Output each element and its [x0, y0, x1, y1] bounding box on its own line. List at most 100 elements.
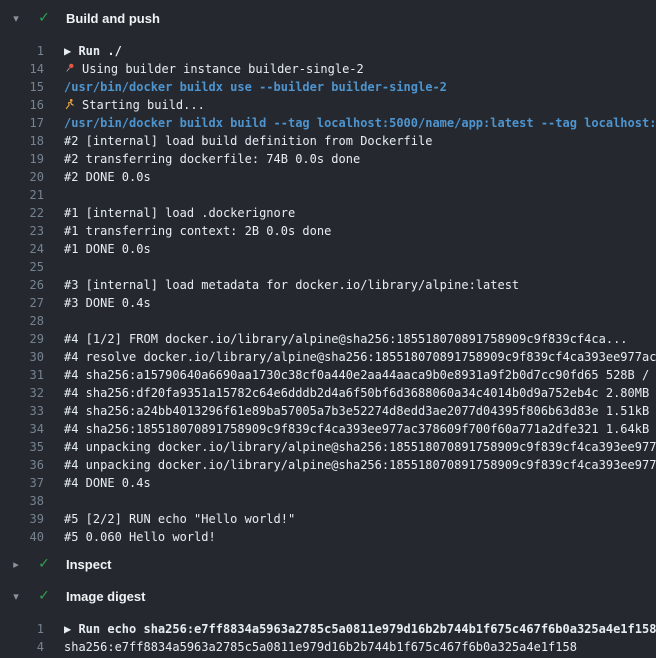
- log-line: 22 #1 [internal] load .dockerignore: [0, 204, 656, 222]
- line-number[interactable]: 25: [0, 258, 44, 276]
- log-line: 23 #1 transferring context: 2B 0.0s done: [0, 222, 656, 240]
- line-text: sha256:e7ff8834a5963a2785c5a0811e979d16b…: [64, 638, 656, 656]
- log-line: 14 Using builder instance builder-single…: [0, 60, 656, 78]
- line-text: #5 [2/2] RUN echo "Hello world!": [64, 510, 656, 528]
- line-number[interactable]: 29: [0, 330, 44, 348]
- line-number[interactable]: 40: [0, 528, 44, 546]
- line-number[interactable]: 27: [0, 294, 44, 312]
- line-text-content: sha256:e7ff8834a5963a2785c5a0811e979d16b…: [64, 640, 577, 654]
- line-text: #4 sha256:185518070891758909c9f839cf4ca3…: [64, 420, 656, 438]
- line-text-content: #4 sha256:df20fa9351a15782c64e6dddb2d4a6…: [64, 386, 656, 400]
- line-number[interactable]: 17: [0, 114, 44, 132]
- line-text: /usr/bin/docker buildx use --builder bui…: [64, 78, 656, 96]
- section-header-build-and-push[interactable]: ▾ ✓ Build and push: [0, 2, 656, 34]
- log-line: 30 #4 resolve docker.io/library/alpine@s…: [0, 348, 656, 366]
- log-line: 4 sha256:e7ff8834a5963a2785c5a0811e979d1…: [0, 638, 656, 656]
- line-text-content: Starting build...: [82, 98, 205, 112]
- line-text: [64, 492, 656, 510]
- line-number[interactable]: 26: [0, 276, 44, 294]
- log-line: 19 #2 transferring dockerfile: 74B 0.0s …: [0, 150, 656, 168]
- chevron-down-icon[interactable]: ▾: [8, 12, 24, 25]
- section-header-image-digest[interactable]: ▾ ✓ Image digest: [0, 580, 656, 612]
- line-number[interactable]: 4: [0, 638, 44, 656]
- play-icon[interactable]: ▶: [64, 622, 78, 636]
- line-text-content: #2 DONE 0.0s: [64, 170, 151, 184]
- line-text-content: #4 DONE 0.4s: [64, 476, 151, 490]
- line-text: #2 [internal] load build definition from…: [64, 132, 656, 150]
- log-line: 1 ▶ Run ./: [0, 42, 656, 60]
- line-text-content: #3 [internal] load metadata for docker.i…: [64, 278, 519, 292]
- log-line: 31 #4 sha256:a15790640a6690aa1730c38cf0a…: [0, 366, 656, 384]
- line-text-content: #2 transferring dockerfile: 74B 0.0s don…: [64, 152, 360, 166]
- line-text-content: #4 sha256:a24bb4013296f61e89ba57005a7b3e…: [64, 404, 656, 418]
- line-text: [64, 312, 656, 330]
- line-text: #4 sha256:a24bb4013296f61e89ba57005a7b3e…: [64, 402, 656, 420]
- check-icon: ✓: [36, 10, 52, 26]
- log-line: 38: [0, 492, 656, 510]
- line-number[interactable]: 24: [0, 240, 44, 258]
- line-text-content: /usr/bin/docker buildx build --tag local…: [64, 116, 656, 130]
- check-icon: ✓: [36, 556, 52, 572]
- line-text: #4 resolve docker.io/library/alpine@sha2…: [64, 348, 656, 366]
- line-number[interactable]: 33: [0, 402, 44, 420]
- section-title: Build and push: [66, 11, 160, 26]
- line-number[interactable]: 34: [0, 420, 44, 438]
- log-line: 16 Starting build...: [0, 96, 656, 114]
- log-line: 37 #4 DONE 0.4s: [0, 474, 656, 492]
- line-text: [64, 186, 656, 204]
- line-text-content: #3 DONE 0.4s: [64, 296, 151, 310]
- line-number[interactable]: 31: [0, 366, 44, 384]
- line-number[interactable]: 38: [0, 492, 44, 510]
- line-text: /usr/bin/docker buildx build --tag local…: [64, 114, 656, 132]
- line-number[interactable]: 23: [0, 222, 44, 240]
- section-header-inspect[interactable]: ▸ ✓ Inspect: [0, 548, 656, 580]
- line-number[interactable]: 39: [0, 510, 44, 528]
- line-number[interactable]: 32: [0, 384, 44, 402]
- line-number[interactable]: 20: [0, 168, 44, 186]
- line-text: #2 transferring dockerfile: 74B 0.0s don…: [64, 150, 656, 168]
- line-number[interactable]: 28: [0, 312, 44, 330]
- line-number[interactable]: 18: [0, 132, 44, 150]
- line-text-content: #4 sha256:185518070891758909c9f839cf4ca3…: [64, 422, 656, 436]
- line-text: #1 transferring context: 2B 0.0s done: [64, 222, 656, 240]
- line-number[interactable]: 22: [0, 204, 44, 222]
- log-line: 35 #4 unpacking docker.io/library/alpine…: [0, 438, 656, 456]
- line-text-content: #1 DONE 0.0s: [64, 242, 151, 256]
- line-text-content: #4 unpacking docker.io/library/alpine@sh…: [64, 440, 656, 454]
- line-text-content: #2 [internal] load build definition from…: [64, 134, 432, 148]
- line-text-content: #5 0.060 Hello world!: [64, 530, 216, 544]
- line-number[interactable]: 30: [0, 348, 44, 366]
- line-text: #4 sha256:df20fa9351a15782c64e6dddb2d4a6…: [64, 384, 656, 402]
- line-text-content: Using builder instance builder-single-2: [82, 62, 364, 76]
- line-number[interactable]: 15: [0, 78, 44, 96]
- line-text: #4 unpacking docker.io/library/alpine@sh…: [64, 456, 656, 474]
- line-number[interactable]: 1: [0, 42, 44, 60]
- play-icon[interactable]: ▶: [64, 44, 78, 58]
- line-text-content: #4 sha256:a15790640a6690aa1730c38cf0a440…: [64, 368, 656, 382]
- line-number[interactable]: 35: [0, 438, 44, 456]
- line-number[interactable]: 1: [0, 620, 44, 638]
- line-text-content: #4 resolve docker.io/library/alpine@sha2…: [64, 350, 656, 364]
- log-lines-image-digest: 1 ▶ Run echo sha256:e7ff8834a5963a2785c5…: [0, 620, 656, 656]
- log-line: 15 /usr/bin/docker buildx use --builder …: [0, 78, 656, 96]
- line-number[interactable]: 37: [0, 474, 44, 492]
- line-number[interactable]: 36: [0, 456, 44, 474]
- log-line: 40 #5 0.060 Hello world!: [0, 528, 656, 546]
- log-line: 36 #4 unpacking docker.io/library/alpine…: [0, 456, 656, 474]
- log-line: 32 #4 sha256:df20fa9351a15782c64e6dddb2d…: [0, 384, 656, 402]
- line-text: #1 [internal] load .dockerignore: [64, 204, 656, 222]
- line-text: ▶ Run ./: [64, 42, 656, 60]
- line-text-content: #1 transferring context: 2B 0.0s done: [64, 224, 331, 238]
- chevron-down-icon[interactable]: ▾: [8, 590, 24, 603]
- line-number[interactable]: 19: [0, 150, 44, 168]
- line-number[interactable]: 14: [0, 60, 44, 78]
- line-number[interactable]: 21: [0, 186, 44, 204]
- line-text: #4 [1/2] FROM docker.io/library/alpine@s…: [64, 330, 656, 348]
- log-line: 39 #5 [2/2] RUN echo "Hello world!": [0, 510, 656, 528]
- chevron-right-icon[interactable]: ▸: [8, 558, 24, 571]
- line-number[interactable]: 16: [0, 96, 44, 114]
- line-text-content: Run ./: [78, 44, 121, 58]
- line-text-content: Run echo sha256:e7ff8834a5963a2785c5a081…: [78, 622, 656, 636]
- line-text: #4 unpacking docker.io/library/alpine@sh…: [64, 438, 656, 456]
- line-text: #5 0.060 Hello world!: [64, 528, 656, 546]
